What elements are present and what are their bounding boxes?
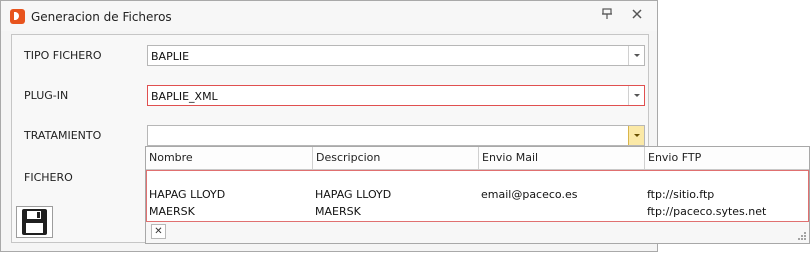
tratamiento-dropdown-popup: Nombre Descripcion Envio Mail Envio FTP … [145, 146, 810, 244]
save-button[interactable] [16, 206, 53, 238]
tratamiento-combo[interactable] [147, 125, 645, 146]
column-header-nombre[interactable]: Nombre [149, 151, 193, 164]
close-small-icon[interactable]: ✕ [151, 224, 166, 239]
column-header-descripcion[interactable]: Descripcion [316, 151, 380, 164]
cell-descripcion: HAPAG LLOYD [315, 188, 392, 201]
chevron-down-icon[interactable] [628, 86, 644, 105]
fichero-label: FICHERO [24, 171, 73, 184]
cell-envio-ftp: ftp://paceco.sytes.net [647, 205, 767, 218]
tipo-fichero-combo[interactable]: BAPLIE [147, 45, 645, 66]
cell-envio-mail: email@paceco.es [481, 188, 578, 201]
tratamiento-label: TRATAMIENTO [24, 129, 102, 142]
pin-icon[interactable] [599, 8, 615, 24]
chevron-down-icon[interactable] [628, 126, 644, 145]
resize-grip-icon[interactable] [797, 231, 807, 241]
cell-nombre: MAERSK [149, 205, 195, 218]
window-title: Generacion de Ficheros [31, 10, 172, 24]
cell-nombre: HAPAG LLOYD [149, 188, 226, 201]
tipo-fichero-value: BAPLIE [151, 50, 190, 63]
column-divider [312, 147, 313, 169]
table-row[interactable]: MAERSK MAERSK ftp://paceco.sytes.net [147, 205, 808, 220]
dropdown-header: Nombre Descripcion Envio Mail Envio FTP [146, 147, 809, 170]
dropdown-rows: HAPAG LLOYD HAPAG LLOYD email@paceco.es … [146, 170, 809, 222]
dropdown-footer: ✕ [146, 222, 809, 243]
chevron-down-icon[interactable] [628, 46, 644, 65]
app-logo-icon [10, 9, 25, 24]
plugin-label: PLUG-IN [24, 89, 69, 102]
plugin-combo[interactable]: BAPLIE_XML [147, 85, 645, 106]
table-row[interactable]: HAPAG LLOYD HAPAG LLOYD email@paceco.es … [147, 188, 808, 203]
floppy-disk-icon [22, 209, 47, 235]
tipo-fichero-label: TIPO FICHERO [24, 49, 102, 62]
cell-descripcion: MAERSK [315, 205, 361, 218]
column-divider [478, 147, 479, 169]
plugin-value: BAPLIE_XML [151, 90, 218, 103]
column-header-envio-mail[interactable]: Envio Mail [482, 151, 538, 164]
cell-envio-ftp: ftp://sitio.ftp [647, 188, 715, 201]
column-header-envio-ftp[interactable]: Envio FTP [648, 151, 701, 164]
column-divider [644, 147, 645, 169]
titlebar[interactable]: Generacion de Ficheros [1, 1, 657, 31]
close-icon[interactable] [629, 8, 645, 24]
